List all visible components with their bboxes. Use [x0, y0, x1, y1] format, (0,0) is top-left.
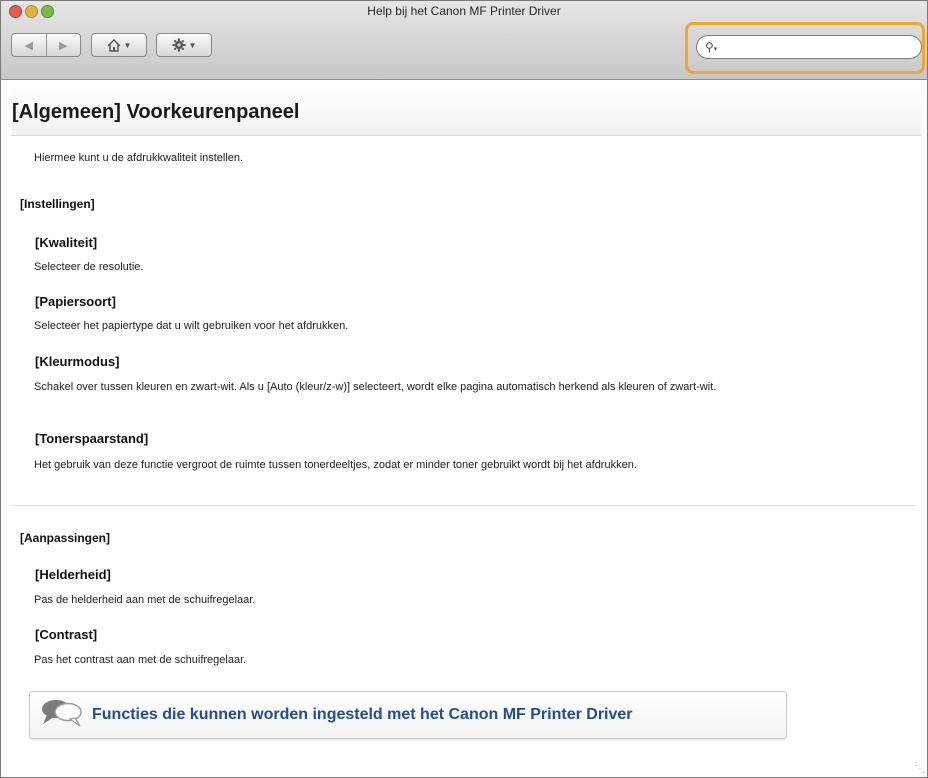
page-title: [Algemeen] Voorkeurenpaneel — [12, 100, 300, 123]
search-field[interactable]: ⚲▾ — [696, 35, 922, 59]
item-desc-kleurmodus: Schakel over tussen kleuren en zwart-wit… — [34, 381, 717, 393]
home-icon — [107, 38, 121, 52]
item-desc-papiersoort: Selecteer het papiertype dat u wilt gebr… — [34, 320, 349, 332]
related-functions-link[interactable]: Functies die kunnen worden ingesteld met… — [29, 691, 787, 739]
intro-text: Hiermee kunt u de afdrukkwaliteit instel… — [34, 152, 244, 164]
forward-button[interactable]: ▶ — [45, 34, 81, 56]
item-title-kwaliteit: [Kwaliteit] — [35, 235, 98, 250]
navigation-segment: ◀ ▶ — [11, 33, 81, 57]
action-menu-button[interactable]: ▼ — [156, 33, 212, 57]
item-title-helderheid: [Helderheid] — [35, 567, 111, 582]
gear-icon — [172, 38, 186, 52]
section-title-instellingen: [Instellingen] — [20, 197, 95, 211]
item-title-kleurmodus: [Kleurmodus] — [35, 354, 120, 369]
back-button[interactable]: ◀ — [12, 34, 46, 56]
item-desc-tonerspaarstand: Het gebruik van deze functie vergroot de… — [34, 459, 637, 471]
section-title-aanpassingen: [Aanpassingen] — [20, 531, 111, 545]
back-arrow-icon: ◀ — [24, 39, 33, 52]
help-window: Help bij het Canon MF Printer Driver ◀ ▶… — [0, 0, 928, 778]
help-content: [Algemeen] Voorkeurenpaneel Hiermee kunt… — [11, 89, 921, 739]
section-divider — [11, 505, 916, 506]
window-title: Help bij het Canon MF Printer Driver — [367, 4, 561, 18]
chevron-down-icon: ▼ — [188, 40, 197, 50]
item-desc-kwaliteit: Selecteer de resolutie. — [34, 261, 144, 273]
item-title-papiersoort: [Papiersoort] — [35, 294, 116, 309]
item-desc-helderheid: Pas de helderheid aan met de schuifregel… — [34, 594, 256, 606]
related-functions-link-text[interactable]: Functies die kunnen worden ingesteld met… — [92, 706, 633, 724]
item-title-tonerspaarstand: [Tonerspaarstand] — [35, 431, 149, 446]
home-menu-button[interactable]: ▼ — [91, 33, 147, 57]
resize-grip[interactable]: ⋱ — [915, 764, 925, 775]
search-icon[interactable]: ⚲▾ — [705, 40, 717, 54]
page-header: [Algemeen] Voorkeurenpaneel — [11, 89, 921, 136]
chevron-down-icon: ▼ — [123, 40, 132, 50]
speech-bubbles-icon — [38, 697, 86, 733]
forward-arrow-icon: ▶ — [59, 39, 68, 52]
search-input[interactable] — [721, 37, 921, 57]
item-desc-contrast: Pas het contrast aan met de schuifregela… — [34, 654, 247, 666]
title-toolbar: Help bij het Canon MF Printer Driver ◀ ▶… — [1, 1, 927, 80]
item-title-contrast: [Contrast] — [35, 627, 98, 642]
